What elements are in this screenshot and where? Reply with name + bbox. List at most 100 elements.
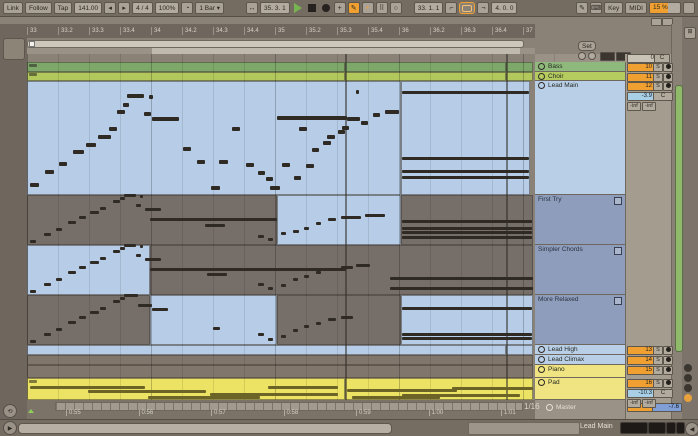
midi-note[interactable] [323, 141, 331, 145]
midi-note[interactable] [304, 275, 309, 278]
midi-note[interactable] [342, 126, 349, 130]
pan-field[interactable]: C [653, 92, 673, 101]
midi-note[interactable] [347, 117, 360, 121]
midi-note[interactable] [44, 283, 51, 286]
midi-note[interactable] [373, 113, 380, 117]
midi-note[interactable] [79, 316, 86, 319]
track-activator-icon[interactable] [538, 72, 545, 80]
midi-note[interactable] [385, 110, 399, 114]
midi-note[interactable] [356, 90, 359, 94]
midi-note[interactable] [205, 224, 225, 227]
midi-note[interactable] [304, 227, 309, 230]
midi-note[interactable] [90, 261, 99, 264]
midi-note[interactable] [341, 216, 361, 219]
midi-clip[interactable] [27, 71, 345, 81]
midi-note[interactable] [390, 277, 533, 280]
track-header-lead-high[interactable]: Lead High [535, 345, 625, 355]
track-activator-icon[interactable] [538, 378, 545, 386]
midi-note[interactable] [258, 171, 265, 175]
midi-note[interactable] [328, 268, 336, 271]
midi-note[interactable] [341, 266, 353, 269]
midi-note[interactable] [148, 396, 260, 399]
solo-cue-button[interactable] [684, 384, 692, 392]
master-activator-icon[interactable] [546, 404, 553, 411]
midi-note[interactable] [304, 325, 309, 328]
midi-note[interactable] [282, 163, 290, 167]
midi-clip[interactable] [277, 195, 401, 245]
midi-note[interactable] [402, 337, 532, 340]
solo-button[interactable]: S [653, 82, 663, 91]
midi-note[interactable] [59, 162, 67, 166]
midi-note[interactable] [183, 147, 191, 151]
midi-note[interactable] [452, 387, 533, 390]
midi-note[interactable] [144, 112, 151, 116]
solo-button[interactable]: S [653, 356, 663, 365]
midi-note[interactable] [277, 116, 347, 120]
midi-note[interactable] [120, 197, 125, 200]
track-number-box[interactable]: 15 [627, 366, 655, 375]
vertical-scrollbar[interactable] [675, 85, 683, 352]
track-activator-icon[interactable] [538, 82, 545, 89]
master-track-header[interactable]: Master [543, 404, 576, 411]
arm-button[interactable] [663, 378, 673, 388]
midi-note[interactable] [213, 327, 220, 330]
midi-note[interactable] [268, 338, 273, 341]
midi-note[interactable] [44, 233, 51, 236]
midi-note[interactable] [341, 316, 353, 319]
midi-note[interactable] [113, 250, 120, 253]
midi-note[interactable] [56, 278, 62, 281]
midi-note[interactable] [402, 157, 529, 160]
loop-toggle-mini-button[interactable]: ⟲ [3, 404, 17, 418]
midi-note[interactable] [268, 287, 273, 290]
crossfade-b-button[interactable] [684, 374, 692, 382]
midi-note[interactable] [30, 240, 36, 243]
midi-note[interactable] [402, 220, 532, 223]
midi-note[interactable] [232, 127, 240, 131]
take-lane-monitor-icon[interactable] [614, 197, 622, 205]
midi-note[interactable] [347, 389, 457, 392]
track-number-box[interactable]: 12 [627, 82, 655, 91]
midi-clip[interactable] [506, 62, 533, 72]
midi-note[interactable] [328, 318, 336, 321]
midi-note[interactable] [390, 287, 533, 290]
solo-button[interactable]: S [653, 366, 663, 375]
midi-note[interactable] [109, 127, 117, 131]
track-header-lead-main[interactable]: Lead Main [535, 81, 625, 195]
midi-note[interactable] [219, 160, 228, 164]
midi-note[interactable] [402, 176, 529, 179]
track-activator-icon[interactable] [538, 346, 545, 353]
track-header-more-relaxed[interactable]: More Relaxed [535, 295, 625, 345]
midi-note[interactable] [402, 236, 532, 239]
midi-note[interactable] [365, 214, 385, 217]
midi-note[interactable] [30, 290, 36, 293]
midi-note[interactable] [281, 284, 286, 287]
send-b-field[interactable]: -inf [642, 398, 656, 408]
midi-note[interactable] [30, 386, 145, 389]
midi-note[interactable] [30, 183, 39, 187]
midi-note[interactable] [281, 232, 286, 235]
midi-note[interactable] [293, 329, 298, 332]
midi-note[interactable] [120, 247, 125, 250]
track-number-box[interactable]: 13 [627, 346, 655, 355]
midi-note[interactable] [402, 91, 529, 94]
midi-clip[interactable] [27, 345, 506, 355]
play-from-start-button[interactable]: ▶ [3, 421, 17, 435]
midi-note[interactable] [113, 300, 120, 303]
midi-note[interactable] [361, 121, 368, 125]
midi-note[interactable] [79, 266, 86, 269]
midi-clip[interactable] [27, 62, 345, 72]
monitor-orange-button[interactable] [684, 394, 692, 402]
midi-note[interactable] [149, 95, 153, 99]
midi-note[interactable] [117, 110, 125, 114]
midi-note[interactable] [140, 245, 143, 248]
midi-note[interactable] [299, 127, 307, 131]
midi-note[interactable] [402, 170, 529, 173]
track-header-simpler-chords[interactable]: Simpler Chords [535, 245, 625, 295]
horizontal-zoom-scrollbar[interactable] [18, 423, 392, 434]
midi-note[interactable] [402, 227, 532, 230]
arm-button[interactable] [663, 82, 673, 91]
midi-note[interactable] [90, 311, 99, 314]
track-header-piano[interactable]: Piano [535, 365, 625, 378]
midi-note[interactable] [124, 194, 136, 197]
midi-note[interactable] [140, 195, 143, 198]
